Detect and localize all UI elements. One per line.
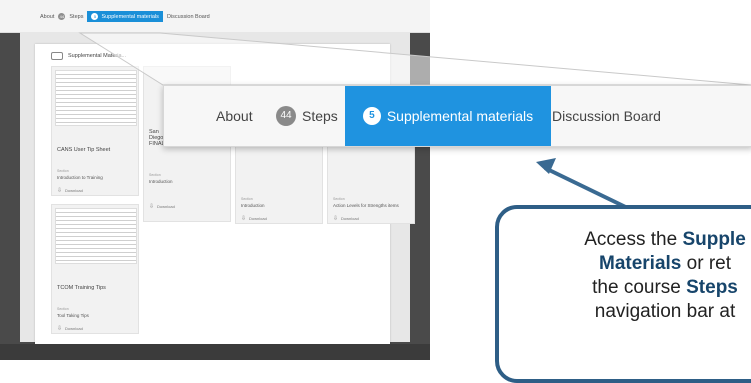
nav-steps-label: Steps <box>302 108 338 124</box>
nav-about[interactable]: About <box>216 86 253 146</box>
nav-about-label: About <box>216 108 253 124</box>
callout-line-4: navigation bar at <box>594 301 736 322</box>
callout-line-1: Access the Supple <box>515 228 751 252</box>
callout-line-2: Materials or ret <box>515 252 751 276</box>
callout-bold-text: Supple <box>682 229 746 250</box>
course-nav-zoomed: About 44 Steps 5 Supplemental materials … <box>163 85 751 147</box>
callout-bold-text: Materials <box>599 253 682 274</box>
callout-text: Access the Supple Materials or ret the c… <box>515 228 751 324</box>
nav-discussion-board[interactable]: Discussion Board <box>552 86 661 146</box>
supplemental-count-badge: 5 <box>362 107 381 125</box>
steps-count-badge: 44 <box>276 106 296 126</box>
callout-line-3: the course Steps <box>515 276 751 300</box>
nav-supplemental-label: Supplemental materials <box>386 108 534 124</box>
callout-text-part: Access the <box>584 229 683 250</box>
callout-bold-text: Steps <box>686 277 738 298</box>
callout-text-part: or ret <box>681 253 731 274</box>
zoom-guide-band <box>78 32 751 86</box>
nav-steps[interactable]: 44 Steps <box>276 86 338 146</box>
nav-discussion-label: Discussion Board <box>552 108 661 124</box>
nav-supplemental-materials[interactable]: 5 Supplemental materials <box>345 86 551 146</box>
callout-text-part: the course <box>592 277 687 298</box>
